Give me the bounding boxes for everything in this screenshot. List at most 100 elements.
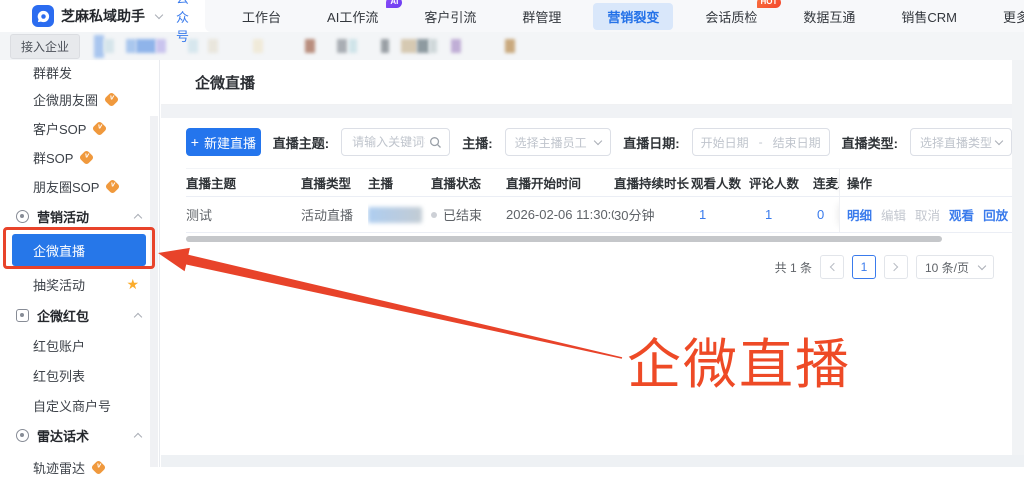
col-actions: 操作: [839, 169, 1012, 196]
account-type-link[interactable]: 公众号: [176, 0, 189, 45]
live-list-card: 新建直播 直播主题: 主播: 选择主播员工 直播日期: 开始日期 - 结束日期 …: [161, 118, 1012, 455]
cell-status: 已结束: [431, 197, 506, 232]
anchor-filter-label: 主播:: [462, 135, 493, 151]
page-scrollbar-gutter[interactable]: [1012, 60, 1024, 455]
cell-viewers: 1: [691, 197, 749, 232]
sidebar-item-wecom-moments[interactable]: 企微朋友圈: [0, 85, 159, 114]
sidebar-item-wecom-live[interactable]: 企微直播: [12, 234, 146, 266]
vip-badge-icon: [90, 459, 107, 476]
star-icon: [126, 276, 139, 293]
sidebar-item-track-radar[interactable]: 轨迹雷达: [0, 451, 159, 484]
nav-item-ai-workflow[interactable]: AI工作流 AI: [313, 0, 403, 30]
app-logo-icon: [32, 5, 54, 27]
type-filter-label: 直播类型:: [841, 135, 898, 151]
sidebar-item-customer-sop[interactable]: 客户SOP: [0, 114, 159, 143]
nav-item-chat-inspection[interactable]: 会话质检 HOT: [691, 0, 782, 30]
chevron-up-icon: [133, 432, 143, 442]
sidebar-item-label: 抽奖活动: [33, 277, 86, 293]
connect-enterprise-button[interactable]: 接入企业: [10, 33, 81, 59]
nav-item-sales-crm[interactable]: 销售CRM: [887, 3, 971, 30]
date-filter-label: 直播日期:: [623, 135, 680, 151]
table-row: 测试 活动直播 已结束 2026-02-06 11:30:00 30分钟 1 1…: [186, 197, 1012, 233]
action-detail[interactable]: 明细: [847, 205, 872, 224]
page-title: 企微直播: [195, 74, 256, 92]
sidebar-scrollbar-track[interactable]: [150, 116, 158, 467]
filter-toolbar: 新建直播 直播主题: 主播: 选择主播员工 直播日期: 开始日期 - 结束日期 …: [161, 118, 1012, 156]
sidebar-item-red-packet-list[interactable]: 红包列表: [0, 360, 159, 390]
sidebar-item-lottery-activity[interactable]: 抽奖活动: [0, 268, 159, 300]
action-watch[interactable]: 观看: [949, 205, 974, 224]
sidebar-item-label: 轨迹雷达: [33, 461, 86, 476]
anchor-select[interactable]: 选择主播员工: [504, 128, 612, 156]
sidebar-selected-wrap: 企微直播: [0, 232, 159, 268]
action-replay[interactable]: 回放: [983, 205, 1008, 224]
nav-item-customer-acquisition[interactable]: 客户引流: [410, 3, 490, 30]
col-viewers: 观看人数: [691, 177, 742, 191]
sidebar-section-radar-script[interactable]: 雷达话术: [0, 420, 159, 451]
vip-badge-icon: [105, 178, 121, 195]
chevron-left-icon: [829, 262, 839, 272]
sidebar-item-label: 朋友圈SOP: [33, 180, 100, 195]
chevron-up-icon: [133, 312, 143, 322]
nav-item-group-management[interactable]: 群管理: [508, 3, 575, 30]
viewers-count-link[interactable]: 1: [691, 207, 706, 222]
search-icon[interactable]: [429, 136, 442, 154]
sidebar-section-wecom-red-packet[interactable]: 企微红包: [0, 300, 159, 331]
sidebar-item-group-sop[interactable]: 群SOP: [0, 143, 159, 172]
nav-item-workbench[interactable]: 工作台: [228, 3, 295, 30]
vip-badge-icon: [92, 120, 108, 137]
col-comments: 评论人数: [749, 177, 800, 191]
col-anchor: 主播: [368, 177, 394, 191]
prev-page-button[interactable]: [819, 255, 844, 279]
content-gap: [161, 105, 1024, 118]
nav-item-more[interactable]: 更多: [989, 3, 1024, 30]
anchor-select-placeholder: 选择主播员工: [514, 135, 587, 150]
sidebar-item-moments-sop[interactable]: 朋友圈SOP: [0, 172, 159, 201]
radar-icon: [16, 429, 29, 442]
sidebar-section-label: 雷达话术: [37, 429, 90, 444]
next-page-button[interactable]: [883, 255, 908, 279]
main-nav: 工作台 AI工作流 AI 客户引流 群管理 营销裂变 会话质检 HOT 数据互通…: [205, 0, 1024, 32]
nav-item-data-sync[interactable]: 数据互通: [789, 3, 869, 30]
page-size-select[interactable]: 10 条/页: [915, 255, 994, 279]
mic-count-link[interactable]: 0: [813, 207, 824, 222]
anchor-name-redacted: [368, 206, 422, 223]
cell-duration: 30分钟: [614, 208, 655, 223]
nav-item-label: 会话质检: [705, 9, 758, 25]
horizontal-scrollbar[interactable]: [186, 236, 942, 242]
comments-count-link[interactable]: 1: [749, 207, 772, 222]
theme-search-field: [341, 128, 451, 156]
sidebar-item-custom-merchant-id[interactable]: 自定义商户号: [0, 390, 159, 420]
chevron-down-icon: [977, 261, 987, 271]
page-number-button[interactable]: 1: [851, 255, 876, 279]
brand[interactable]: 芝麻私域助手: [0, 5, 164, 27]
cell-start-time: 2026-02-06 11:30:00: [506, 207, 614, 222]
app-title: 芝麻私域助手: [61, 8, 145, 24]
vip-badge-icon: [79, 149, 95, 166]
plus-icon: [191, 135, 199, 150]
col-duration: 直播持续时长: [614, 177, 690, 191]
cell-mic: 0: [813, 197, 839, 232]
sidebar-item-label: 企微朋友圈: [33, 93, 99, 108]
ai-badge: AI: [386, 0, 403, 8]
page-size-value: 10 条/页: [924, 260, 969, 275]
table-header-row: 直播主题 直播类型 主播 直播状态 直播开始时间 直播持续时长 观看人数 评论人…: [186, 169, 1012, 197]
date-range-picker[interactable]: 开始日期 - 结束日期: [691, 128, 830, 156]
cell-theme: 测试: [186, 208, 213, 223]
date-start-placeholder: 开始日期: [700, 135, 749, 150]
sidebar-item-group-mass-send[interactable]: 群群发: [0, 60, 159, 85]
sidebar-item-label: 群SOP: [33, 151, 74, 166]
sidebar-item-red-packet-account[interactable]: 红包账户: [0, 331, 159, 360]
status-dot-icon: [431, 211, 437, 218]
pagination-total: 共 1 条: [774, 260, 812, 275]
sidebar-section-marketing-activities[interactable]: 营销活动: [0, 201, 159, 232]
sidebar: 群群发 企微朋友圈 客户SOP 群SOP 朋友圈SOP 营销活动 企微直播 抽奖…: [0, 60, 160, 476]
vip-badge-icon: [103, 91, 120, 108]
nav-item-marketing-fission[interactable]: 营销裂变: [593, 2, 674, 30]
new-live-button[interactable]: 新建直播: [186, 128, 261, 156]
live-type-select[interactable]: 选择直播类型: [909, 128, 1012, 156]
live-table: 直播主题 直播类型 主播 直播状态 直播开始时间 直播持续时长 观看人数 评论人…: [186, 168, 1012, 242]
chevron-down-icon: [154, 10, 164, 20]
chevron-down-icon: [994, 136, 1004, 146]
date-separator: -: [758, 135, 763, 149]
